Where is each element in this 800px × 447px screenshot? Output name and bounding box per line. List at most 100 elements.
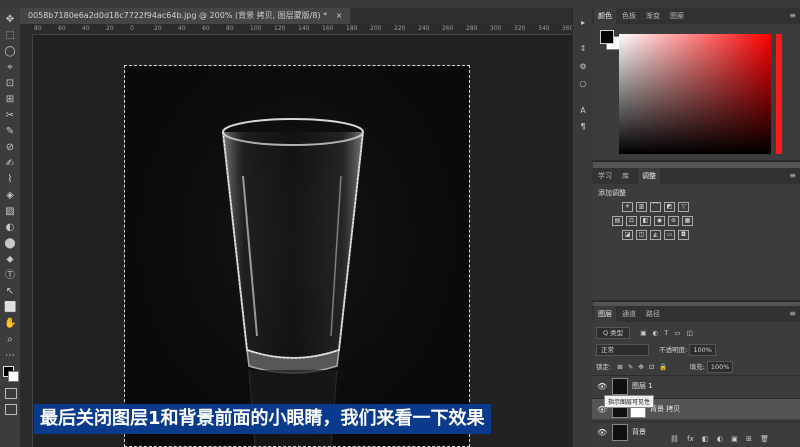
vertical-ruler[interactable] (20, 34, 33, 447)
canvas-area[interactable] (33, 35, 590, 447)
document-tab[interactable]: 0058b7180e6a2d0d18c7722f94ac64b.jpg @ 20… (20, 8, 351, 24)
filter-pixel-icon[interactable]: ▣ (640, 329, 646, 337)
photo-filter-icon[interactable]: ◉ (654, 216, 665, 226)
filter-shape-icon[interactable]: ▭ (674, 329, 680, 337)
filter-adjust-icon[interactable]: ◐ (653, 329, 659, 337)
threshold-icon[interactable]: ◭ (650, 230, 661, 240)
layers-panel-tabs: 图层 通道 路径 ≡ (592, 306, 800, 322)
horizontal-ruler[interactable]: 80 60 40 20 0 20 40 60 80 100 120 140 160 180 200 220 24… (32, 24, 590, 35)
bg-color-swatch[interactable] (8, 371, 19, 382)
channel-mixer-icon[interactable]: ⊛ (668, 216, 679, 226)
lock-position-icon[interactable]: ✥ (638, 363, 643, 371)
lock-artboard-icon[interactable]: ⊡ (649, 363, 654, 371)
exposure-icon[interactable]: ◩ (664, 202, 675, 212)
ruler-tick-label: 60 (202, 25, 210, 32)
character-icon[interactable]: A (577, 106, 589, 116)
more-tools-icon[interactable]: ⋯ (4, 350, 16, 362)
paragraph-icon[interactable]: ¶ (577, 122, 589, 132)
crop-tool-icon[interactable]: ⊡ (4, 78, 16, 90)
color-balance-icon[interactable]: ⚖ (626, 216, 637, 226)
clone-source-icon[interactable]: ⎔ (577, 80, 589, 90)
gradient-tool-icon[interactable]: ▨ (4, 206, 16, 218)
marquee-tool-icon[interactable]: ⬚ (4, 30, 16, 42)
new-layer-icon[interactable]: ⊞ (746, 435, 752, 443)
close-tab-icon[interactable]: × (336, 11, 343, 20)
vibrance-icon[interactable]: ▽ (678, 202, 689, 212)
blend-opacity-row: 正常 不透明度: 100% (596, 344, 716, 356)
tab-layers[interactable]: 图层 (594, 306, 616, 322)
ruler-tick-label: 60 (58, 25, 66, 32)
panel-menu-icon[interactable]: ≡ (789, 171, 796, 180)
tab-channels[interactable]: 通道 (618, 306, 640, 322)
eraser-tool-icon[interactable]: ◈ (4, 190, 16, 202)
lock-fill-row: 锁定: ⊠ ✎ ✥ ⊡ 🔒 填充: 100% (596, 361, 734, 373)
eyedropper-tool-icon[interactable]: ✂ (4, 110, 16, 122)
selective-color-icon[interactable]: ◘ (678, 230, 689, 240)
hue-saturation-icon[interactable]: ▤ (612, 216, 623, 226)
path-select-tool-icon[interactable]: ↖ (4, 286, 16, 298)
hue-slider[interactable] (776, 34, 782, 154)
ruler-tick-label: 260 (442, 25, 454, 32)
stamp-tool-icon[interactable]: ✍ (4, 158, 16, 170)
tab-swatches[interactable]: 色板 (618, 8, 640, 24)
opacity-input[interactable]: 100% (689, 344, 716, 356)
filter-type-icon[interactable]: T (664, 329, 668, 337)
history-brush-tool-icon[interactable]: ⌇ (4, 174, 16, 186)
blur-tool-icon[interactable]: ◐ (4, 222, 16, 234)
brush-settings-icon[interactable]: ⚙ (577, 62, 589, 72)
rectangle-tool-icon[interactable]: ⬜ (4, 302, 16, 314)
lasso-tool-icon[interactable]: ◯ (4, 46, 16, 58)
link-layers-icon[interactable]: ⛓ (670, 435, 679, 443)
curves-icon[interactable]: ⌒ (650, 202, 661, 212)
black-white-icon[interactable]: ◧ (640, 216, 651, 226)
ruler-tick-label: 180 (346, 25, 358, 32)
zoom-tool-icon[interactable]: ⌕ (4, 334, 16, 346)
filter-smart-icon[interactable]: ◫ (687, 329, 693, 337)
new-group-icon[interactable]: ▣ (731, 435, 738, 443)
move-tool-icon[interactable]: ✥ (4, 14, 16, 26)
add-adjustment-label: 添加调整 (598, 189, 626, 197)
visibility-eye-icon[interactable]: 👁 (597, 382, 607, 391)
layer-row[interactable]: 👁 图层 1 (592, 375, 800, 396)
layer-kind-filter[interactable]: Q 类型 (596, 327, 631, 339)
delete-layer-icon[interactable]: 🗑 (760, 435, 769, 443)
tab-gradients[interactable]: 渐变 (642, 8, 664, 24)
quick-select-tool-icon[interactable]: ⌖ (4, 62, 16, 74)
tab-libraries[interactable]: 库 (618, 168, 633, 184)
posterize-icon[interactable]: ◫ (636, 230, 647, 240)
quick-mask-icon[interactable] (5, 388, 17, 399)
tab-adjustments[interactable]: 调整 (638, 168, 660, 184)
blend-mode-select[interactable]: 正常 (596, 344, 649, 356)
color-field[interactable] (619, 34, 771, 154)
tab-color[interactable]: 颜色 (594, 8, 616, 24)
history-icon[interactable]: ▸ (577, 18, 589, 28)
invert-icon[interactable]: ◪ (622, 230, 633, 240)
layer-style-icon[interactable]: fx (687, 435, 694, 443)
panel-menu-icon[interactable]: ≡ (789, 309, 796, 318)
panel-menu-icon[interactable]: ≡ (789, 11, 796, 20)
lock-all-icon[interactable]: 🔒 (659, 363, 667, 371)
fill-input[interactable]: 100% (706, 361, 734, 373)
type-tool-icon[interactable]: Ⓣ (4, 270, 16, 282)
lock-pixels-icon[interactable]: ✎ (628, 363, 633, 371)
ruler-tick-label: 0 (130, 25, 134, 32)
color-lookup-icon[interactable]: ▦ (682, 216, 693, 226)
layer-name[interactable]: 图层 1 (632, 381, 653, 391)
dodge-tool-icon[interactable]: ⬤ (4, 238, 16, 250)
gradient-map-icon[interactable]: ▭ (664, 230, 675, 240)
add-mask-icon[interactable]: ◧ (702, 435, 709, 443)
healing-tool-icon[interactable]: ✎ (4, 126, 16, 138)
hand-tool-icon[interactable]: ✋ (4, 318, 16, 330)
properties-icon[interactable]: ⇕ (577, 44, 589, 54)
new-adjustment-icon[interactable]: ◐ (717, 435, 723, 443)
tab-paths[interactable]: 路径 (642, 306, 664, 322)
foreground-color-swatch[interactable] (600, 30, 614, 44)
brush-tool-icon[interactable]: ⊘ (4, 142, 16, 154)
pen-tool-icon[interactable]: ⬥ (4, 254, 16, 266)
frame-tool-icon[interactable]: ⊞ (4, 94, 16, 106)
levels-icon[interactable]: ▥ (636, 202, 647, 212)
brightness-icon[interactable]: ☀ (622, 202, 633, 212)
lock-transparent-icon[interactable]: ⊠ (617, 363, 622, 371)
tab-learn[interactable]: 学习 (594, 168, 616, 184)
tab-patterns[interactable]: 图案 (666, 8, 688, 24)
